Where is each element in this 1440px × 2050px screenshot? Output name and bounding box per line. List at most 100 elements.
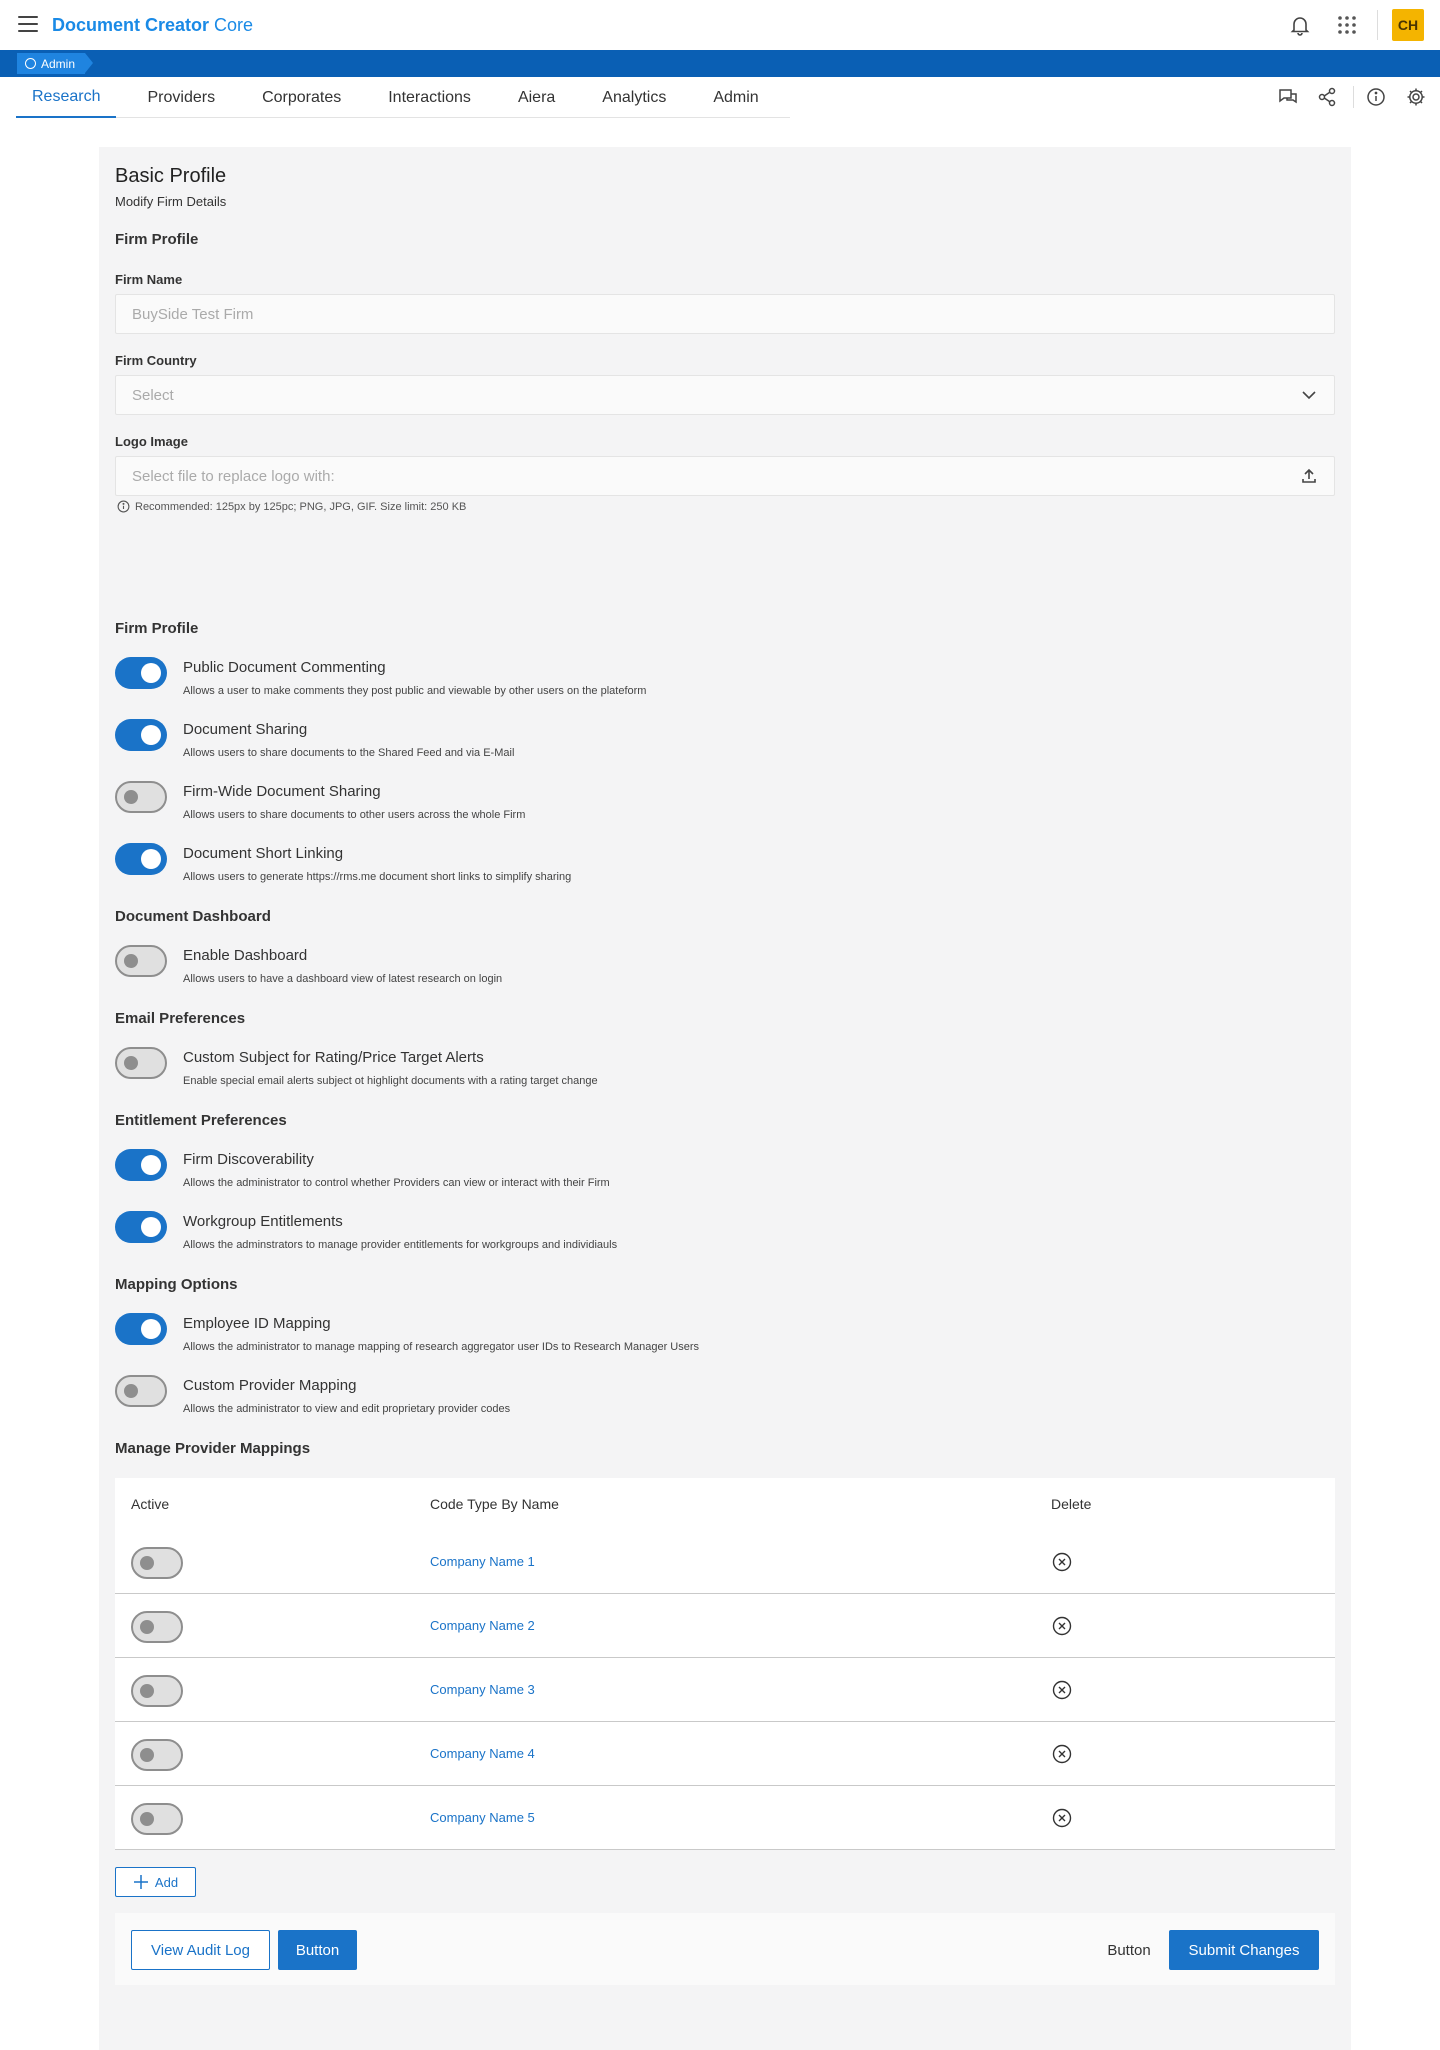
firm-country-select[interactable]: Select — [115, 375, 1335, 415]
share-icon[interactable] — [1316, 86, 1338, 108]
column-header-active: Active — [131, 1496, 170, 1512]
breadcrumb-band: Admin — [0, 50, 1440, 77]
document-sharing-toggle[interactable] — [115, 719, 167, 751]
logo-file-placeholder: Select file to replace logo with: — [132, 468, 335, 485]
add-mapping-button[interactable]: Add — [115, 1867, 196, 1897]
provider-mappings-table: Active Code Type By Name Delete Company … — [115, 1478, 1335, 1850]
toggle-title: Public Document Commenting — [183, 659, 386, 676]
info-icon — [117, 500, 130, 513]
workgroup-entitlements-toggle[interactable] — [115, 1211, 167, 1243]
page-subtitle: Modify Firm Details — [115, 194, 227, 209]
row-active-toggle[interactable] — [131, 1739, 183, 1771]
row-active-toggle[interactable] — [131, 1803, 183, 1835]
upload-icon[interactable] — [1300, 467, 1318, 485]
breadcrumb-item-admin[interactable]: Admin — [17, 53, 94, 74]
app-bar: Document Creator Core CH — [0, 0, 1440, 50]
bell-icon[interactable] — [1288, 13, 1312, 37]
toggle-title: Employee ID Mapping — [183, 1315, 331, 1332]
info-icon[interactable] — [1365, 86, 1387, 108]
tab-providers[interactable]: Providers — [131, 78, 231, 118]
company-name-link[interactable]: Company Name 1 — [430, 1554, 535, 1569]
tab-analytics[interactable]: Analytics — [586, 78, 682, 118]
main-tabs: Research Providers Corporates Interactio… — [16, 78, 790, 118]
toggle-title: Workgroup Entitlements — [183, 1213, 343, 1230]
row-active-toggle[interactable] — [131, 1611, 183, 1643]
row-active-toggle[interactable] — [131, 1675, 183, 1707]
apps-grid-icon[interactable] — [1337, 15, 1357, 35]
gear-icon[interactable] — [1405, 86, 1427, 108]
column-header-code-type: Code Type By Name — [430, 1496, 559, 1512]
breadcrumb-label: Admin — [41, 56, 76, 71]
enable-dashboard-toggle[interactable] — [115, 945, 167, 977]
public-commenting-toggle[interactable] — [115, 657, 167, 689]
section-firm-profile: Firm Profile — [115, 620, 199, 637]
app-title-bold: Document Creator — [52, 15, 210, 35]
custom-subject-toggle[interactable] — [115, 1047, 167, 1079]
chat-icon[interactable] — [1277, 86, 1299, 108]
logo-hint: Recommended: 125px by 125pc; PNG, JPG, G… — [117, 500, 466, 513]
firm-country-value: Select — [132, 387, 174, 404]
logo-file-field[interactable]: Select file to replace logo with: — [115, 456, 1335, 496]
custom-provider-mapping-toggle[interactable] — [115, 1375, 167, 1407]
tab-corporates[interactable]: Corporates — [246, 78, 357, 118]
delete-circle-x-icon[interactable] — [1052, 1552, 1072, 1572]
section-document-dashboard: Document Dashboard — [115, 908, 271, 925]
logo-hint-text: Recommended: 125px by 125pc; PNG, JPG, G… — [135, 500, 467, 513]
company-name-link[interactable]: Company Name 2 — [430, 1618, 535, 1633]
firm-name-label: Firm Name — [115, 272, 183, 287]
toggle-description: Allows users to share documents to other… — [183, 809, 526, 821]
firm-discoverability-toggle[interactable] — [115, 1149, 167, 1181]
table-row: Company Name 4 — [115, 1722, 1335, 1786]
section-manage-provider-mappings: Manage Provider Mappings — [115, 1440, 311, 1457]
firm-name-field[interactable] — [115, 294, 1335, 334]
section-email-preferences: Email Preferences — [115, 1010, 246, 1027]
toolbar-divider — [1353, 86, 1354, 108]
menu-icon[interactable] — [18, 16, 38, 32]
toggle-title: Firm Discoverability — [183, 1151, 314, 1168]
toggle-title: Firm-Wide Document Sharing — [183, 783, 381, 800]
text-button[interactable]: Button — [1089, 1930, 1169, 1970]
firm-name-input[interactable] — [116, 295, 1334, 333]
company-name-link[interactable]: Company Name 3 — [430, 1682, 535, 1697]
delete-circle-x-icon[interactable] — [1052, 1744, 1072, 1764]
toggle-title: Document Sharing — [183, 721, 308, 738]
delete-circle-x-icon[interactable] — [1052, 1616, 1072, 1636]
avatar[interactable]: CH — [1392, 9, 1424, 41]
short-linking-toggle[interactable] — [115, 843, 167, 875]
toggle-description: Allows a user to make comments they post… — [183, 685, 647, 697]
tab-aiera[interactable]: Aiera — [502, 78, 571, 118]
employee-id-mapping-toggle[interactable] — [115, 1313, 167, 1345]
toggle-description: Enable special email alerts subject ot h… — [183, 1075, 598, 1087]
toggle-description: Allows users to have a dashboard view of… — [183, 973, 503, 985]
tab-research[interactable]: Research — [16, 78, 117, 118]
logo-image-label: Logo Image — [115, 434, 188, 449]
chevron-down-icon — [1302, 391, 1316, 400]
table-row: Company Name 3 — [115, 1658, 1335, 1722]
plus-icon — [133, 1875, 148, 1889]
section-mapping-options: Mapping Options — [115, 1276, 238, 1293]
primary-button[interactable]: Button — [278, 1930, 357, 1970]
row-active-toggle[interactable] — [131, 1547, 183, 1579]
toggle-title: Enable Dashboard — [183, 947, 308, 964]
tab-interactions[interactable]: Interactions — [372, 78, 487, 118]
table-row: Company Name 1 — [115, 1530, 1335, 1594]
toggle-description: Allows the administrator to view and edi… — [183, 1403, 511, 1415]
delete-circle-x-icon[interactable] — [1052, 1808, 1072, 1828]
tab-admin[interactable]: Admin — [697, 78, 774, 118]
view-audit-log-button[interactable]: View Audit Log — [131, 1930, 270, 1970]
delete-circle-x-icon[interactable] — [1052, 1680, 1072, 1700]
circle-icon — [25, 58, 36, 69]
table-row: Company Name 5 — [115, 1786, 1335, 1850]
section-firm-profile-fields: Firm Profile — [115, 231, 199, 248]
add-label: Add — [154, 1874, 179, 1890]
company-name-link[interactable]: Company Name 5 — [430, 1810, 535, 1825]
section-entitlement-preferences: Entitlement Preferences — [115, 1112, 287, 1129]
action-footer: View Audit Log Button Button Submit Chan… — [115, 1913, 1335, 1985]
toggle-title: Custom Subject for Rating/Price Target A… — [183, 1049, 484, 1066]
company-name-link[interactable]: Company Name 4 — [430, 1746, 535, 1761]
firm-wide-sharing-toggle[interactable] — [115, 781, 167, 813]
submit-changes-button[interactable]: Submit Changes — [1169, 1930, 1319, 1970]
app-title[interactable]: Document Creator Core — [52, 14, 253, 36]
table-row: Company Name 2 — [115, 1594, 1335, 1658]
firm-country-label: Firm Country — [115, 353, 197, 368]
